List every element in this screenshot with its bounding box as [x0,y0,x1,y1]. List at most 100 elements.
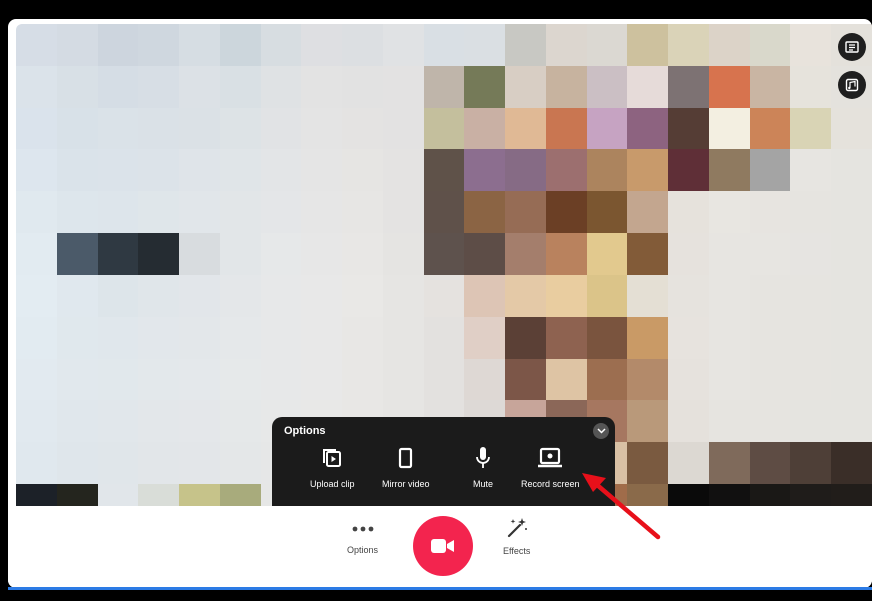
video-pixel [423,316,465,359]
video-pixel [668,274,709,317]
video-pixel [545,107,587,150]
video-pixel [790,107,832,150]
video-pixel [790,316,832,359]
video-pixel [464,316,506,359]
video-pixel [260,358,302,401]
video-pixel [545,233,587,275]
video-pixel [708,274,750,317]
notes-button[interactable] [838,33,866,61]
video-pixel [301,274,343,317]
video-pixel [749,233,791,275]
options-panel-title: Options [284,425,326,437]
video-pixel [219,65,261,108]
video-pixel [545,274,587,317]
record-screen-button[interactable]: Record screen [521,443,580,489]
video-pixel [790,65,832,108]
video-pixel [301,149,343,192]
video-pixel [749,191,791,234]
mirror-video-label: Mirror video [382,479,430,489]
video-pixel [138,442,180,485]
video-pixel [749,316,791,359]
video-pixel [342,191,383,234]
record-button[interactable] [413,516,473,576]
video-pixel [301,316,343,359]
video-pixel [749,65,791,108]
video-pixel [97,274,139,317]
video-pixel [138,316,180,359]
video-pixel [586,274,628,317]
video-pixel [179,191,220,234]
video-pixel [423,358,465,401]
video-pixel [749,274,791,317]
mute-button[interactable]: Mute [473,443,493,489]
video-pixel [260,274,302,317]
video-pixel [219,24,261,66]
video-pixel [301,24,343,66]
video-pixel [301,107,343,150]
video-pixel [831,400,872,443]
video-pixel [790,274,832,317]
video-pixel [97,358,139,401]
effects-button[interactable]: Effects [503,516,530,556]
video-pixel [708,24,750,66]
video-pixel [627,233,669,275]
video-pixel [342,233,383,275]
video-pixel [56,233,98,275]
upload-clip-label: Upload clip [310,479,355,489]
video-pixel [219,358,261,401]
video-pixel [668,400,709,443]
upload-clip-button[interactable]: Upload clip [310,443,355,489]
recorder-card: Options Upload clip Mirror video Mute Re… [8,19,872,588]
video-pixel [505,149,546,192]
collapse-options-button[interactable] [593,423,609,439]
mirror-video-button[interactable]: Mirror video [382,443,430,489]
video-pixel [627,149,669,192]
video-pixel [586,191,628,234]
video-pixel [831,274,872,317]
video-pixel [423,65,465,108]
video-pixel [790,442,832,485]
video-pixel [586,233,628,275]
video-pixel [260,191,302,234]
video-pixel [627,274,669,317]
video-pixel [342,24,383,66]
video-pixel [423,107,465,150]
video-pixel [97,191,139,234]
video-pixel [668,442,709,485]
video-pixel [790,400,832,443]
video-pixel [627,65,669,108]
video-pixel [219,191,261,234]
video-pixel [790,233,832,275]
video-pixel [342,149,383,192]
options-label: Options [347,545,379,555]
video-pixel [627,358,669,401]
video-pixel [708,65,750,108]
video-pixel [382,24,424,66]
video-pixel [464,233,506,275]
video-pixel [56,274,98,317]
video-pixel [301,191,343,234]
video-pixel [627,442,669,485]
video-pixel [56,358,98,401]
video-pixel [749,149,791,192]
video-pixel [97,149,139,192]
video-pixel [97,65,139,108]
video-pixel [382,65,424,108]
video-pixel [56,107,98,150]
video-pixel [464,107,506,150]
video-pixel [749,400,791,443]
video-pixel [708,358,750,401]
more-dots-icon [352,526,373,532]
video-pixel [382,316,424,359]
options-button[interactable]: Options [347,526,378,555]
video-pixel [179,274,220,317]
video-pixel [179,107,220,150]
video-pixel [505,107,546,150]
mirror-video-icon [398,447,412,469]
music-button[interactable] [838,71,866,99]
video-pixel [668,316,709,359]
video-pixel [627,24,669,66]
video-pixel [97,233,139,275]
video-pixel [16,400,57,443]
video-pixel [219,274,261,317]
